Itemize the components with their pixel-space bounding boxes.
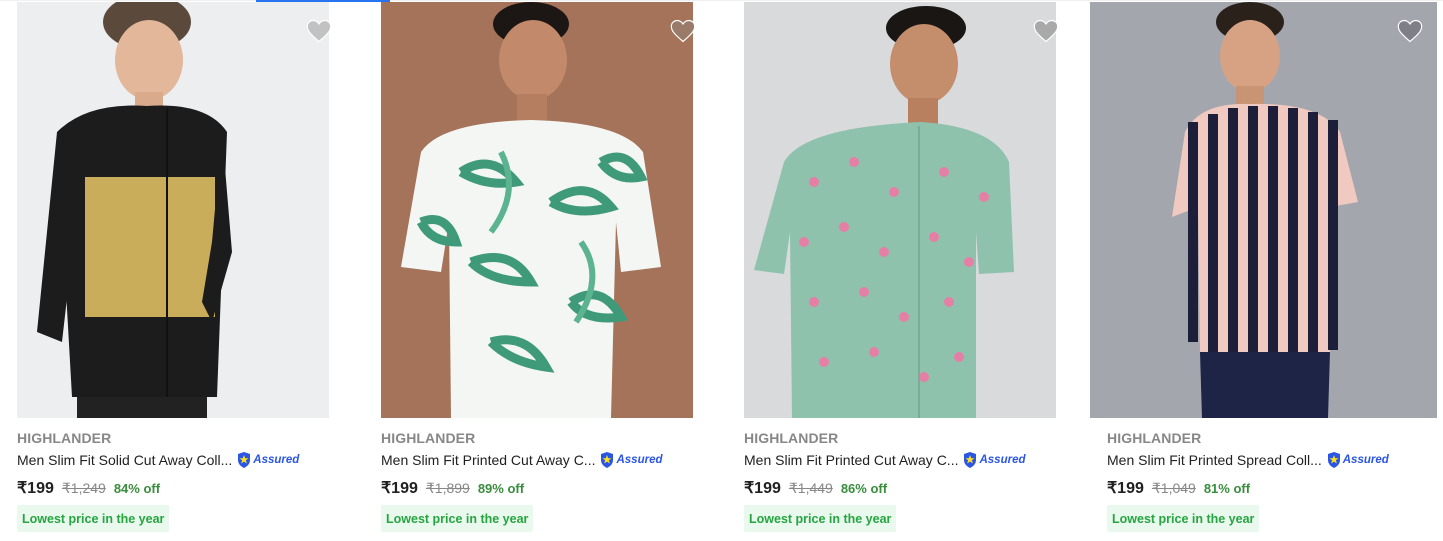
product-brand: HIGHLANDER: [17, 430, 112, 446]
product-title-row: Men Slim Fit Printed Cut Away C... Assur…: [381, 451, 663, 469]
price-row: ₹199 ₹1,249 84% off: [17, 478, 161, 497]
product-brand: HIGHLANDER: [744, 430, 839, 446]
assured-shield-icon: [964, 452, 977, 468]
assured-shield-icon: [1327, 452, 1340, 468]
product-title-row: Men Slim Fit Printed Spread Coll... Assu…: [1107, 451, 1389, 469]
discount-percent: 81% off: [1203, 481, 1251, 496]
selling-price: ₹199: [381, 480, 418, 497]
assured-shield-icon: [238, 452, 251, 468]
product-card[interactable]: HIGHLANDER Men Slim Fit Printed Spread C…: [1090, 0, 1438, 541]
product-brand: HIGHLANDER: [381, 430, 476, 446]
original-price: ₹1,899: [425, 480, 470, 496]
assured-label: Assured: [616, 454, 663, 466]
product-brand: HIGHLANDER: [1107, 430, 1202, 446]
assured-badge: Assured: [599, 451, 663, 469]
original-price: ₹1,049: [1151, 480, 1196, 496]
assured-label: Assured: [979, 454, 1026, 466]
product-title[interactable]: Men Slim Fit Printed Cut Away C...: [744, 452, 958, 468]
product-title[interactable]: Men Slim Fit Printed Cut Away C...: [381, 452, 595, 468]
product-card[interactable]: HIGHLANDER Men Slim Fit Printed Cut Away…: [744, 0, 1074, 541]
product-image[interactable]: [17, 2, 329, 418]
original-price: ₹1,249: [61, 480, 106, 496]
product-card[interactable]: HIGHLANDER Men Slim Fit Solid Cut Away C…: [17, 0, 347, 541]
lowest-price-tag: Lowest price in the year: [17, 505, 170, 532]
wishlist-heart-icon[interactable]: [305, 17, 333, 45]
lowest-price-tag: Lowest price in the year: [381, 505, 534, 532]
product-card[interactable]: HIGHLANDER Men Slim Fit Printed Cut Away…: [381, 0, 711, 541]
selling-price: ₹199: [17, 480, 54, 497]
product-title-row: Men Slim Fit Solid Cut Away Coll... Assu…: [17, 451, 299, 469]
product-title[interactable]: Men Slim Fit Printed Spread Coll...: [1107, 452, 1322, 468]
product-grid: HIGHLANDER Men Slim Fit Solid Cut Away C…: [0, 0, 1443, 541]
product-title[interactable]: Men Slim Fit Solid Cut Away Coll...: [17, 452, 232, 468]
price-row: ₹199 ₹1,049 81% off: [1107, 478, 1251, 497]
product-image[interactable]: [1090, 2, 1437, 418]
selling-price: ₹199: [1107, 480, 1144, 497]
price-row: ₹199 ₹1,899 89% off: [381, 478, 525, 497]
discount-percent: 84% off: [113, 481, 161, 496]
assured-shield-icon: [601, 452, 614, 468]
product-title-row: Men Slim Fit Printed Cut Away C... Assur…: [744, 451, 1026, 469]
assured-label: Assured: [253, 454, 300, 466]
assured-label: Assured: [1342, 454, 1389, 466]
assured-badge: Assured: [236, 451, 299, 469]
assured-badge: Assured: [962, 451, 1026, 469]
lowest-price-tag: Lowest price in the year: [744, 505, 897, 532]
lowest-price-tag: Lowest price in the year: [1107, 505, 1260, 532]
original-price: ₹1,449: [788, 480, 833, 496]
wishlist-heart-icon[interactable]: [1396, 17, 1424, 45]
discount-percent: 89% off: [477, 481, 525, 496]
selling-price: ₹199: [744, 480, 781, 497]
product-image[interactable]: [381, 2, 693, 418]
wishlist-heart-icon[interactable]: [1032, 17, 1060, 45]
discount-percent: 86% off: [840, 481, 888, 496]
price-row: ₹199 ₹1,449 86% off: [744, 478, 888, 497]
wishlist-heart-icon[interactable]: [669, 17, 697, 45]
product-image[interactable]: [744, 2, 1056, 418]
assured-badge: Assured: [1326, 451, 1389, 469]
